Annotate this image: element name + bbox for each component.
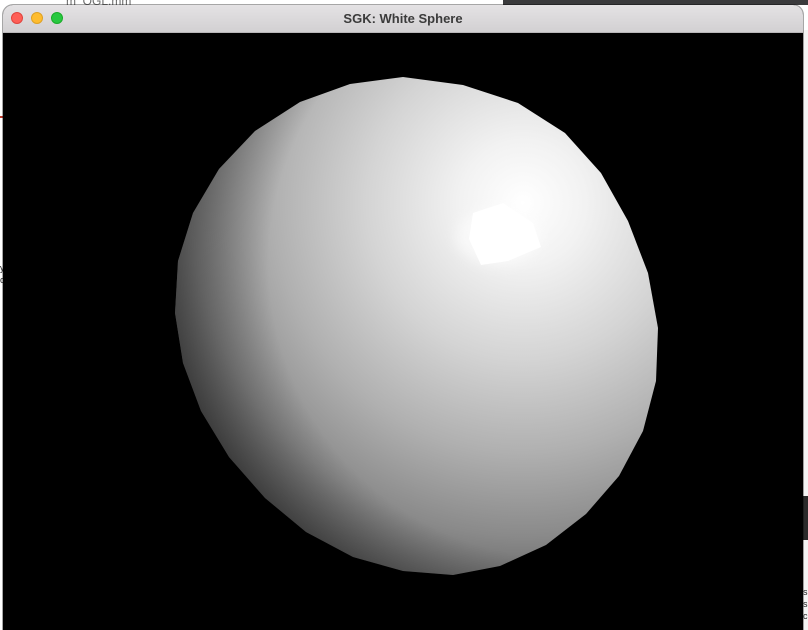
opengl-viewport[interactable] <box>3 33 803 630</box>
background-right-bar <box>803 496 808 540</box>
background-right-text: ssc <box>803 587 808 621</box>
app-window: SGK: White Sphere <box>3 5 803 630</box>
render-canvas <box>3 33 803 630</box>
title-bar[interactable]: SGK: White Sphere <box>3 5 803 33</box>
background-right-panel <box>803 30 808 630</box>
window-title: SGK: White Sphere <box>343 11 463 26</box>
